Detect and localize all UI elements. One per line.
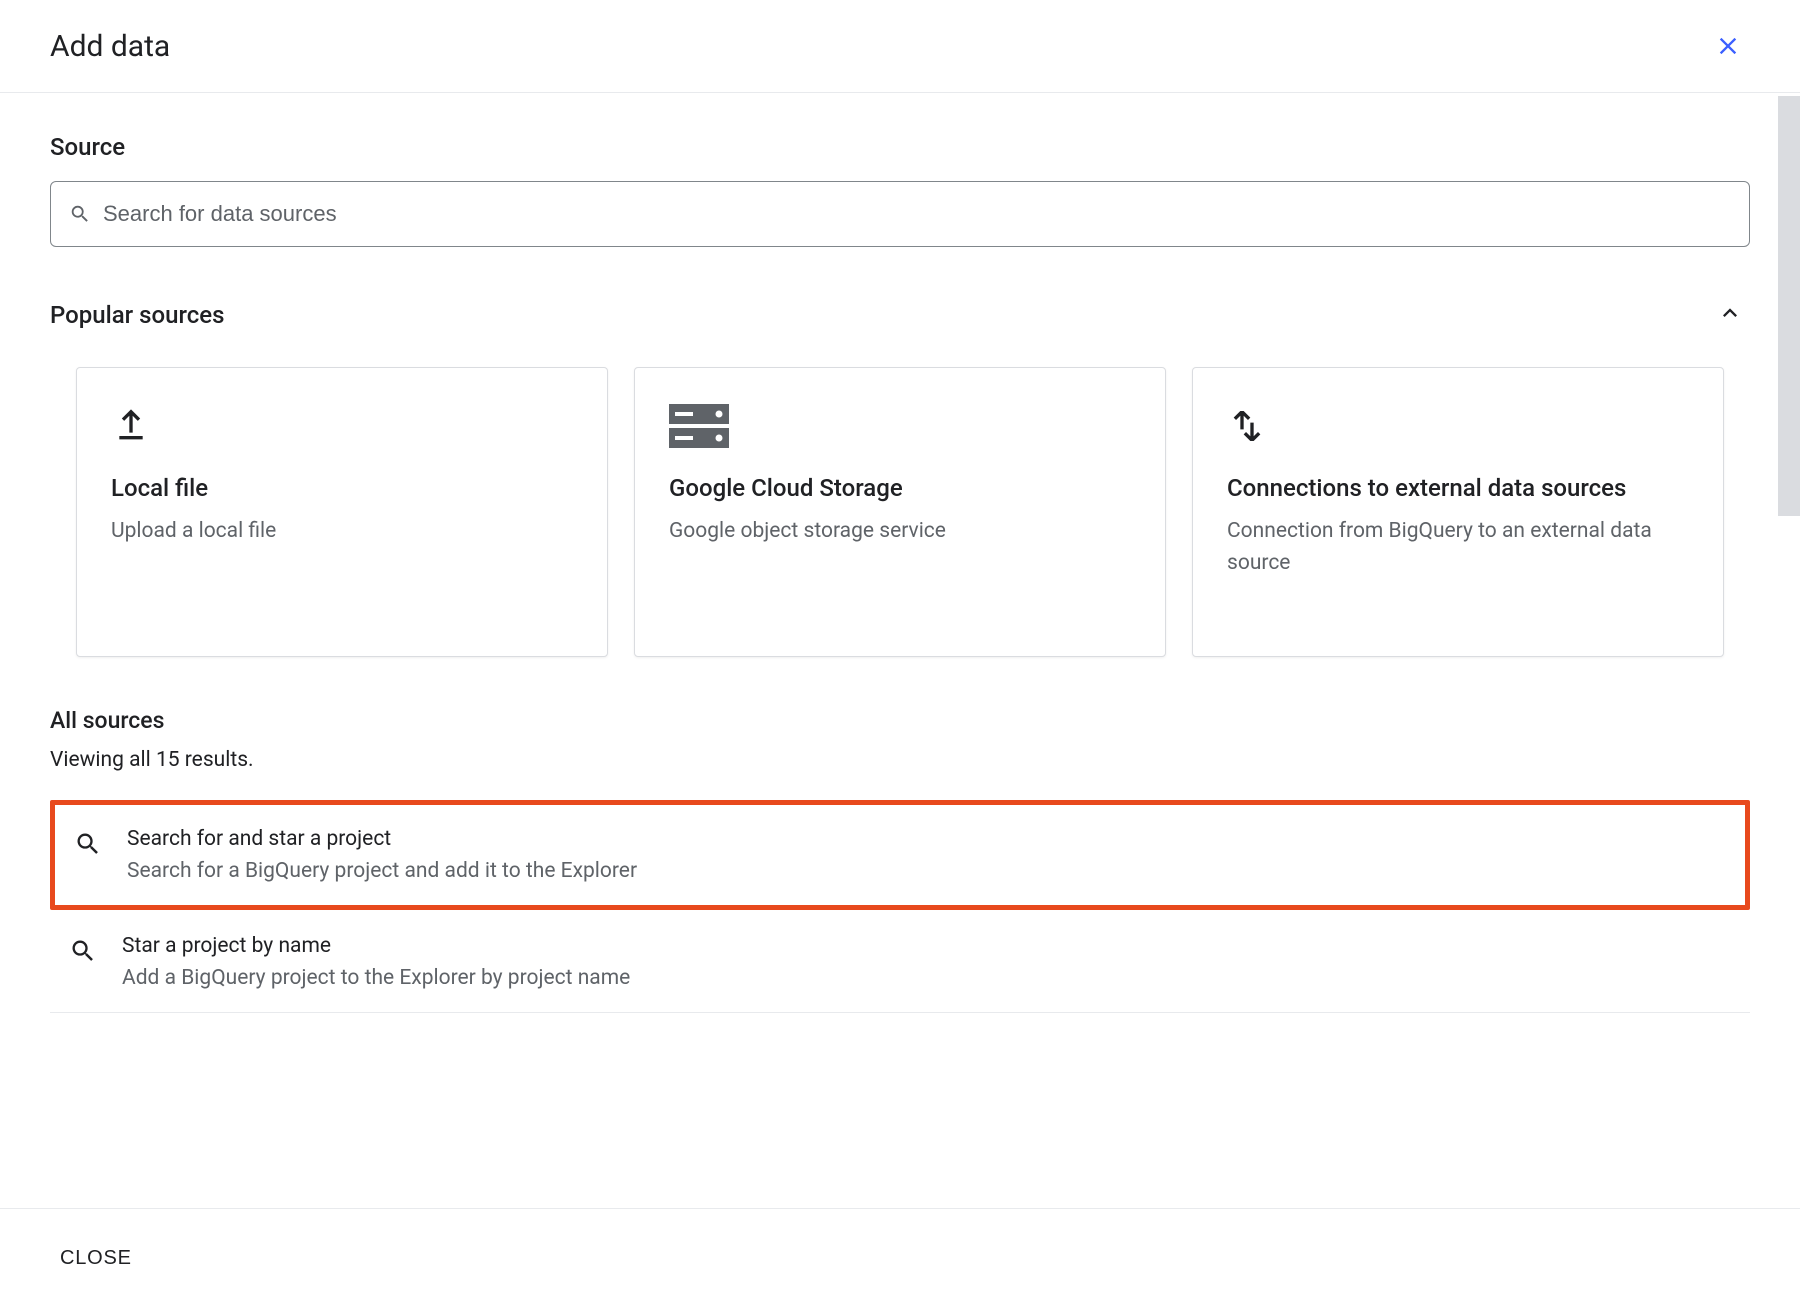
source-heading: Source (50, 133, 1750, 161)
list-item-desc: Add a BigQuery project to the Explorer b… (122, 966, 630, 990)
close-icon[interactable] (1706, 24, 1750, 68)
source-search-input[interactable] (103, 201, 1731, 227)
search-icon (69, 203, 91, 225)
dialog-footer: CLOSE (0, 1208, 1800, 1308)
card-title: Local file (111, 472, 573, 504)
card-desc: Google object storage service (669, 516, 1131, 548)
popular-sources-header[interactable]: Popular sources (50, 293, 1750, 337)
search-icon (73, 829, 103, 859)
all-sources-heading: All sources (50, 707, 1750, 734)
results-count: Viewing all 15 results. (50, 748, 1750, 772)
card-google-cloud-storage[interactable]: Google Cloud Storage Google object stora… (634, 367, 1166, 657)
source-search-field[interactable] (50, 181, 1750, 247)
card-desc: Connection from BigQuery to an external … (1227, 516, 1689, 579)
popular-sources-heading: Popular sources (50, 301, 224, 329)
card-title: Google Cloud Storage (669, 472, 1131, 504)
list-item-title: Search for and star a project (127, 827, 637, 851)
storage-icon (669, 402, 1131, 450)
dialog-header: Add data (0, 0, 1800, 93)
card-local-file[interactable]: Local file Upload a local file (76, 367, 608, 657)
list-item-title: Star a project by name (122, 934, 630, 958)
popular-cards-row: Local file Upload a local file Google Cl… (50, 367, 1750, 657)
list-item-desc: Search for a BigQuery project and add it… (127, 859, 637, 883)
chevron-up-icon[interactable] (1710, 293, 1750, 337)
card-desc: Upload a local file (111, 516, 573, 548)
list-item-search-star-project[interactable]: Search for and star a project Search for… (50, 800, 1750, 910)
dialog-body: Source Popular sources Local file Upload… (0, 93, 1800, 1201)
list-item-star-project-by-name[interactable]: Star a project by name Add a BigQuery pr… (50, 912, 1750, 1013)
connections-icon (1227, 402, 1689, 450)
dialog-title: Add data (50, 29, 170, 64)
upload-icon (111, 402, 573, 450)
card-title: Connections to external data sources (1227, 472, 1689, 504)
close-button[interactable]: CLOSE (60, 1247, 132, 1270)
card-external-connections[interactable]: Connections to external data sources Con… (1192, 367, 1724, 657)
search-icon (68, 936, 98, 966)
